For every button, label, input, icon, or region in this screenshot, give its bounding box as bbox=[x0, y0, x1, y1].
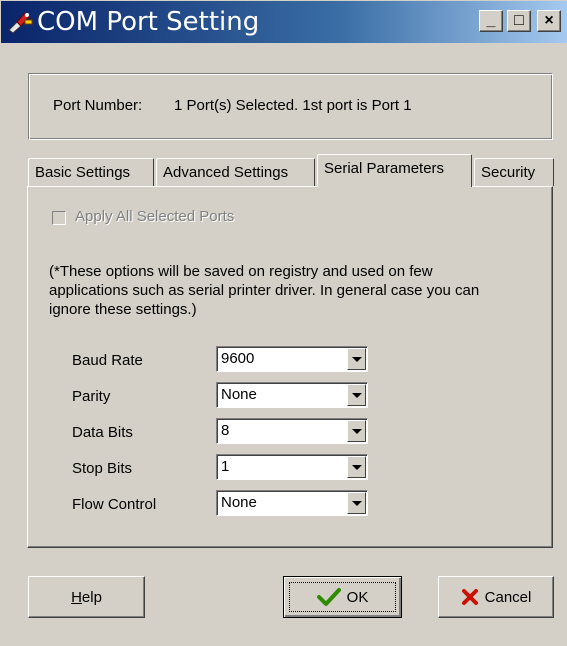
chevron-down-icon[interactable] bbox=[347, 348, 366, 370]
port-number-group: Port Number: 1 Port(s) Selected. 1st por… bbox=[28, 73, 553, 140]
plug-wrench-icon bbox=[8, 12, 33, 34]
stop-bits-value: 1 bbox=[221, 458, 230, 475]
chevron-down-icon[interactable] bbox=[347, 456, 366, 478]
maximize-button[interactable]: □ bbox=[507, 10, 531, 32]
cancel-button[interactable]: Cancel bbox=[438, 576, 554, 618]
help-button-label: Help bbox=[71, 589, 102, 606]
minimize-button[interactable]: _ bbox=[479, 10, 503, 32]
data-bits-select[interactable]: 8 bbox=[216, 418, 368, 444]
chevron-down-icon[interactable] bbox=[347, 492, 366, 514]
tab-label: Serial Parameters bbox=[324, 160, 445, 177]
port-number-label: Port Number: bbox=[53, 97, 143, 114]
flow-control-select[interactable]: None bbox=[216, 490, 368, 516]
maximize-icon: □ bbox=[514, 12, 524, 29]
title-bar[interactable]: COM Port Setting _ □ × bbox=[1, 1, 567, 43]
window-title: COM Port Setting bbox=[37, 7, 260, 37]
help-label-rest: elp bbox=[81, 588, 102, 606]
data-bits-label: Data Bits bbox=[72, 424, 133, 441]
tab-label: Security bbox=[481, 164, 536, 181]
minimize-icon: _ bbox=[486, 12, 496, 29]
focus-rect bbox=[289, 582, 396, 612]
serial-parameters-panel: Apply All Selected Ports (*These options… bbox=[27, 186, 553, 548]
flow-control-value: None bbox=[221, 494, 257, 511]
x-cross-icon bbox=[461, 589, 478, 605]
close-icon: × bbox=[544, 12, 554, 29]
tab-basic-settings[interactable]: Basic Settings bbox=[28, 158, 154, 186]
tab-advanced-settings[interactable]: Advanced Settings bbox=[156, 158, 315, 186]
stop-bits-select[interactable]: 1 bbox=[216, 454, 368, 480]
parity-select[interactable]: None bbox=[216, 382, 368, 408]
parity-value: None bbox=[221, 386, 257, 403]
parity-label: Parity bbox=[72, 388, 111, 405]
com-port-setting-window: COM Port Setting _ □ × Port Number: 1 Po… bbox=[0, 0, 567, 646]
flow-control-label: Flow Control bbox=[72, 496, 157, 513]
registry-note: (*These options will be saved on registr… bbox=[49, 263, 480, 318]
chevron-down-icon[interactable] bbox=[347, 420, 366, 442]
data-bits-value: 8 bbox=[221, 422, 230, 439]
tab-label: Advanced Settings bbox=[163, 164, 289, 181]
tab-serial-parameters[interactable]: Serial Parameters bbox=[317, 154, 472, 187]
tab-label: Basic Settings bbox=[35, 164, 131, 181]
help-button[interactable]: Help bbox=[28, 576, 145, 618]
stop-bits-label: Stop Bits bbox=[72, 460, 133, 477]
chevron-down-icon[interactable] bbox=[347, 384, 366, 406]
baud-rate-select[interactable]: 9600 bbox=[216, 346, 368, 372]
apply-all-label: Apply All Selected Ports bbox=[75, 208, 235, 225]
baud-rate-label: Baud Rate bbox=[72, 352, 143, 369]
baud-rate-value: 9600 bbox=[221, 350, 255, 367]
apply-all-checkbox[interactable] bbox=[52, 211, 66, 225]
tab-security[interactable]: Security bbox=[474, 158, 554, 186]
cancel-label: Cancel bbox=[484, 588, 532, 606]
close-button[interactable]: × bbox=[537, 10, 561, 32]
help-mnemonic: H bbox=[71, 588, 82, 606]
port-number-value: 1 Port(s) Selected. 1st port is Port 1 bbox=[174, 97, 412, 114]
ok-button[interactable]: OK bbox=[283, 576, 402, 618]
